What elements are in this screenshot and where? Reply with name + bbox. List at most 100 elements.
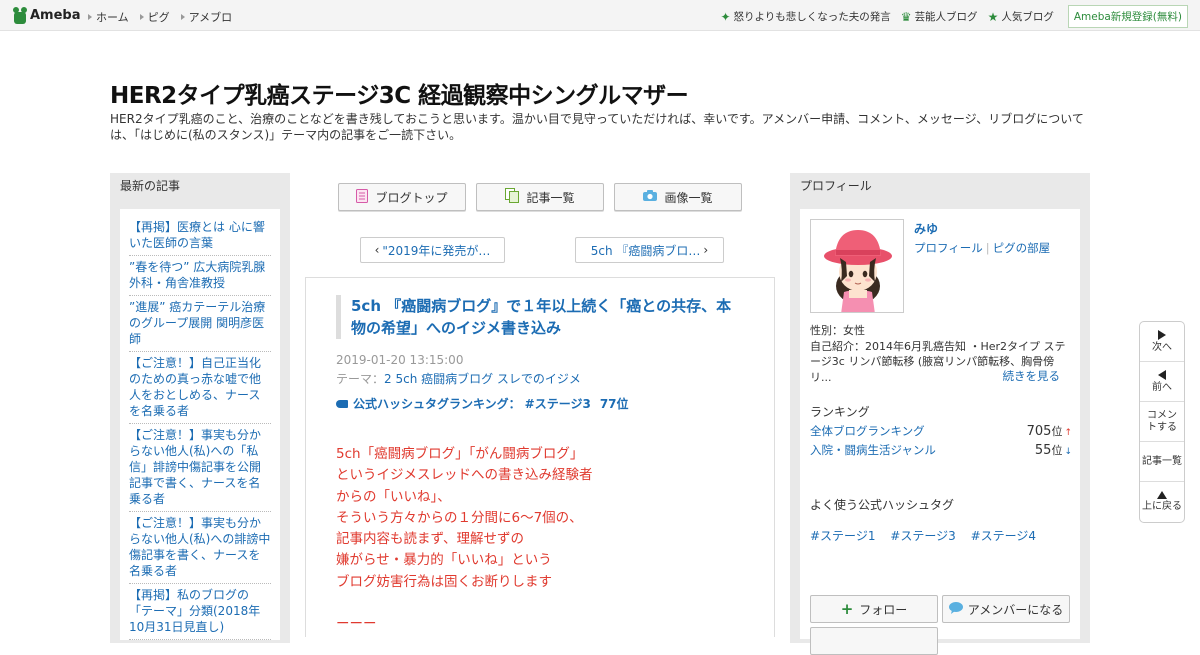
- profile-heading: プロフィール: [800, 179, 872, 193]
- arrow-up-icon: [1157, 491, 1167, 499]
- profile-links: プロフィール | ピグの部屋: [914, 240, 1050, 256]
- follow-label: フォロー: [859, 602, 908, 617]
- article-title[interactable]: 5ch 『癌闘病ブログ』で１年以上続く「癌との共存、本物の希望」へのイジメ書き込…: [336, 295, 746, 339]
- ameba-logo[interactable]: Ameba: [13, 7, 81, 24]
- celebrity-blog-link[interactable]: ♛ 芸能人ブログ: [901, 9, 978, 24]
- body-line: というイジメスレッドへの書き込み経験者: [336, 467, 593, 484]
- prev-article-label: "2019年に発売が…: [382, 243, 491, 258]
- chat-icon: [948, 601, 963, 617]
- blog-title[interactable]: HER2タイプ乳癌ステージ3C 経過観察中シングルマザー: [110, 76, 689, 110]
- nav-ameblo-link[interactable]: アメブロ: [181, 9, 232, 25]
- hashtags-heading: よく使う公式ハッシュタグ: [810, 498, 955, 512]
- sparkle-icon: ✦: [720, 9, 731, 24]
- plus-icon: +: [840, 600, 854, 618]
- recent-articles-sidebar: 最新の記事 【再掲】医療とは 心に響いた医師の言葉 ”春を待つ” 広大病院乳腺外…: [110, 173, 290, 643]
- ranking-genre-link[interactable]: 入院・闘病生活ジャンル: [810, 442, 936, 458]
- rank-down-icon: ↓: [1064, 447, 1072, 457]
- float-top-button[interactable]: 上に戻る: [1140, 482, 1184, 522]
- recent-article-link[interactable]: ”進展” 癌カテーテル治療のグループ展開 関明彦医師: [129, 296, 271, 352]
- body-line: ブログ妨害行為は固くお断りします: [336, 573, 552, 590]
- hashtag-ranking-label: 公式ハッシュタグランキング：: [353, 397, 521, 411]
- float-prev-label: 前へ: [1152, 381, 1172, 393]
- float-comment-label: コメントする: [1147, 409, 1177, 433]
- recent-article-link[interactable]: 【ご注意！】自己正当化のための真っ赤な嘘で他人をおとしめる、ナースを名乗る者: [129, 352, 271, 424]
- avatar[interactable]: [810, 219, 904, 313]
- ranking-overall-link[interactable]: 全体ブログランキング: [810, 423, 925, 439]
- tab-image-list-label: 画像一覧: [664, 190, 713, 205]
- body-line: [336, 593, 593, 614]
- body-line: 記事内容も読まず、理解せずの: [336, 531, 525, 548]
- prev-article-button[interactable]: ‹ "2019年に発売が…: [360, 237, 505, 263]
- recent-article-link[interactable]: 【再掲】私のブログの「テーマ」分類(2018年10月31日見直し): [129, 584, 271, 640]
- hashtag-list: #ステージ1 #ステージ3 #ステージ4: [810, 527, 1047, 544]
- recent-articles-list: 【再掲】医療とは 心に響いた医師の言葉 ”春を待つ” 広大病院乳腺外科・角舎准教…: [120, 209, 280, 640]
- copy-icon: [505, 188, 520, 206]
- tab-image-list[interactable]: 画像一覧: [614, 183, 742, 211]
- pigg-room-link[interactable]: ピグの部屋: [993, 241, 1051, 255]
- read-more-link[interactable]: 続きを見る: [1003, 368, 1061, 384]
- article-body: 5ch「癌闘病ブログ」「がん闘病ブログ」 というイジメスレッドへの書き込み経験者…: [336, 444, 593, 635]
- theme-link[interactable]: 2 5ch 癌闘病ブログ スレでのイジメ: [384, 372, 581, 386]
- extra-button[interactable]: [810, 627, 938, 655]
- tab-article-list[interactable]: 記事一覧: [476, 183, 604, 211]
- body-line: そういう方々からの１分間に6～7個の、: [336, 509, 583, 526]
- popular-blog-link[interactable]: ★ 人気ブログ: [988, 9, 1054, 24]
- ranking-row-genre: 入院・闘病生活ジャンル 55位 ↓: [810, 442, 1072, 458]
- register-button[interactable]: Ameba新規登録(無料): [1067, 5, 1188, 28]
- tab-article-list-label: 記事一覧: [526, 190, 575, 205]
- body-line: からの「いいね」、: [336, 488, 451, 505]
- float-list-button[interactable]: 記事一覧: [1140, 442, 1184, 482]
- article-theme: テーマ：2 5ch 癌闘病ブログ スレでのイジメ: [336, 370, 581, 387]
- trending-topic-label: 怒りよりも悲しくなった夫の発言: [733, 11, 891, 23]
- crown-icon: ♛: [900, 9, 912, 24]
- profile-card: みゆ プロフィール | ピグの部屋 性別：女性 自己紹介：2014年6月乳癌告知 ・…: [800, 209, 1080, 655]
- ranking-heading: ランキング: [810, 405, 870, 419]
- link-separator: |: [985, 241, 990, 255]
- recent-article-link[interactable]: ”春を待つ” 広大病院乳腺外科・角舎准教授: [129, 256, 271, 296]
- arrow-left-icon: [1158, 369, 1166, 380]
- rank-up-icon: ↑: [1064, 428, 1072, 438]
- theme-label: テーマ：: [336, 372, 385, 386]
- recent-article-link[interactable]: 【再掲】医療とは 心に響いた医師の言葉: [129, 216, 271, 256]
- article: 5ch 『癌闘病ブログ』で１年以上続く「癌との共存、本物の希望」へのイジメ書き込…: [305, 277, 775, 637]
- floating-nav: 次へ 前へ コメントする 記事一覧 上に戻る: [1139, 321, 1185, 523]
- hashtag-rank[interactable]: 77位: [600, 395, 629, 412]
- float-next-label: 次へ: [1152, 341, 1172, 353]
- hashtag-link[interactable]: #ステージ3: [890, 529, 966, 543]
- recent-article-link[interactable]: 【ご注意！】事実も分からない他人(私)への誹謗中傷記事を書く、ナースを名乗る者: [129, 512, 271, 584]
- body-line: 5ch「癌闘病ブログ」「がん闘病ブログ」: [336, 446, 584, 462]
- hashtag-ranking: 公式ハッシュタグランキング： #ステージ3 77位: [336, 395, 629, 412]
- float-next-button[interactable]: 次へ: [1140, 322, 1184, 362]
- article-date: 2019-01-20 13:15:00: [336, 353, 464, 367]
- document-icon: [356, 188, 369, 206]
- body-line: 嫌がらせ・暴力的「いいね」という: [336, 552, 552, 569]
- follow-button[interactable]: + フォロー: [810, 595, 938, 623]
- profile-name[interactable]: みゆ: [914, 220, 938, 237]
- ranking-genre-unit: 位: [1051, 444, 1063, 457]
- amember-label: アメンバーになる: [967, 602, 1064, 617]
- float-prev-button[interactable]: 前へ: [1140, 362, 1184, 402]
- amember-button[interactable]: アメンバーになる: [942, 595, 1070, 623]
- profile-link[interactable]: プロフィール: [914, 241, 983, 255]
- logo-text: Ameba: [30, 8, 81, 23]
- chevron-right-icon: ›: [703, 243, 709, 257]
- trending-topic-link[interactable]: ✦ 怒りよりも悲しくなった夫の発言: [720, 9, 890, 24]
- nav-home-link[interactable]: ホーム: [88, 9, 129, 25]
- profile-sidebar: プロフィール みゆ プロフィール | ピグの部屋 性別：女性 自己紹介：2014…: [790, 173, 1090, 655]
- recent-article-link[interactable]: 【ご注意！】事実も分からない他人(私)への「私信」誹謗中傷記事を公開記事で書く、…: [129, 424, 271, 512]
- hashtag-link[interactable]: #ステージ4: [971, 529, 1047, 543]
- hashtag-link[interactable]: #ステージ1: [810, 529, 886, 543]
- popular-blog-label: 人気ブログ: [1001, 11, 1054, 23]
- profile-gender: 性別：女性: [810, 324, 865, 337]
- tab-blog-top[interactable]: ブログトップ: [338, 183, 466, 211]
- float-list-label: 記事一覧: [1142, 455, 1182, 467]
- camera-icon: [643, 190, 658, 204]
- hashtag-link[interactable]: #ステージ3: [525, 395, 591, 412]
- next-article-button[interactable]: 5ch 『癌闘病ブロ… ›: [575, 237, 724, 263]
- float-comment-button[interactable]: コメントする: [1140, 402, 1184, 442]
- arrow-right-icon: [1158, 329, 1166, 340]
- ranking-overall-value: 705: [1026, 424, 1052, 439]
- nav-pigg-link[interactable]: ピグ: [140, 9, 170, 25]
- ameba-logo-icon: [13, 7, 27, 24]
- float-top-label: 上に戻る: [1142, 501, 1182, 512]
